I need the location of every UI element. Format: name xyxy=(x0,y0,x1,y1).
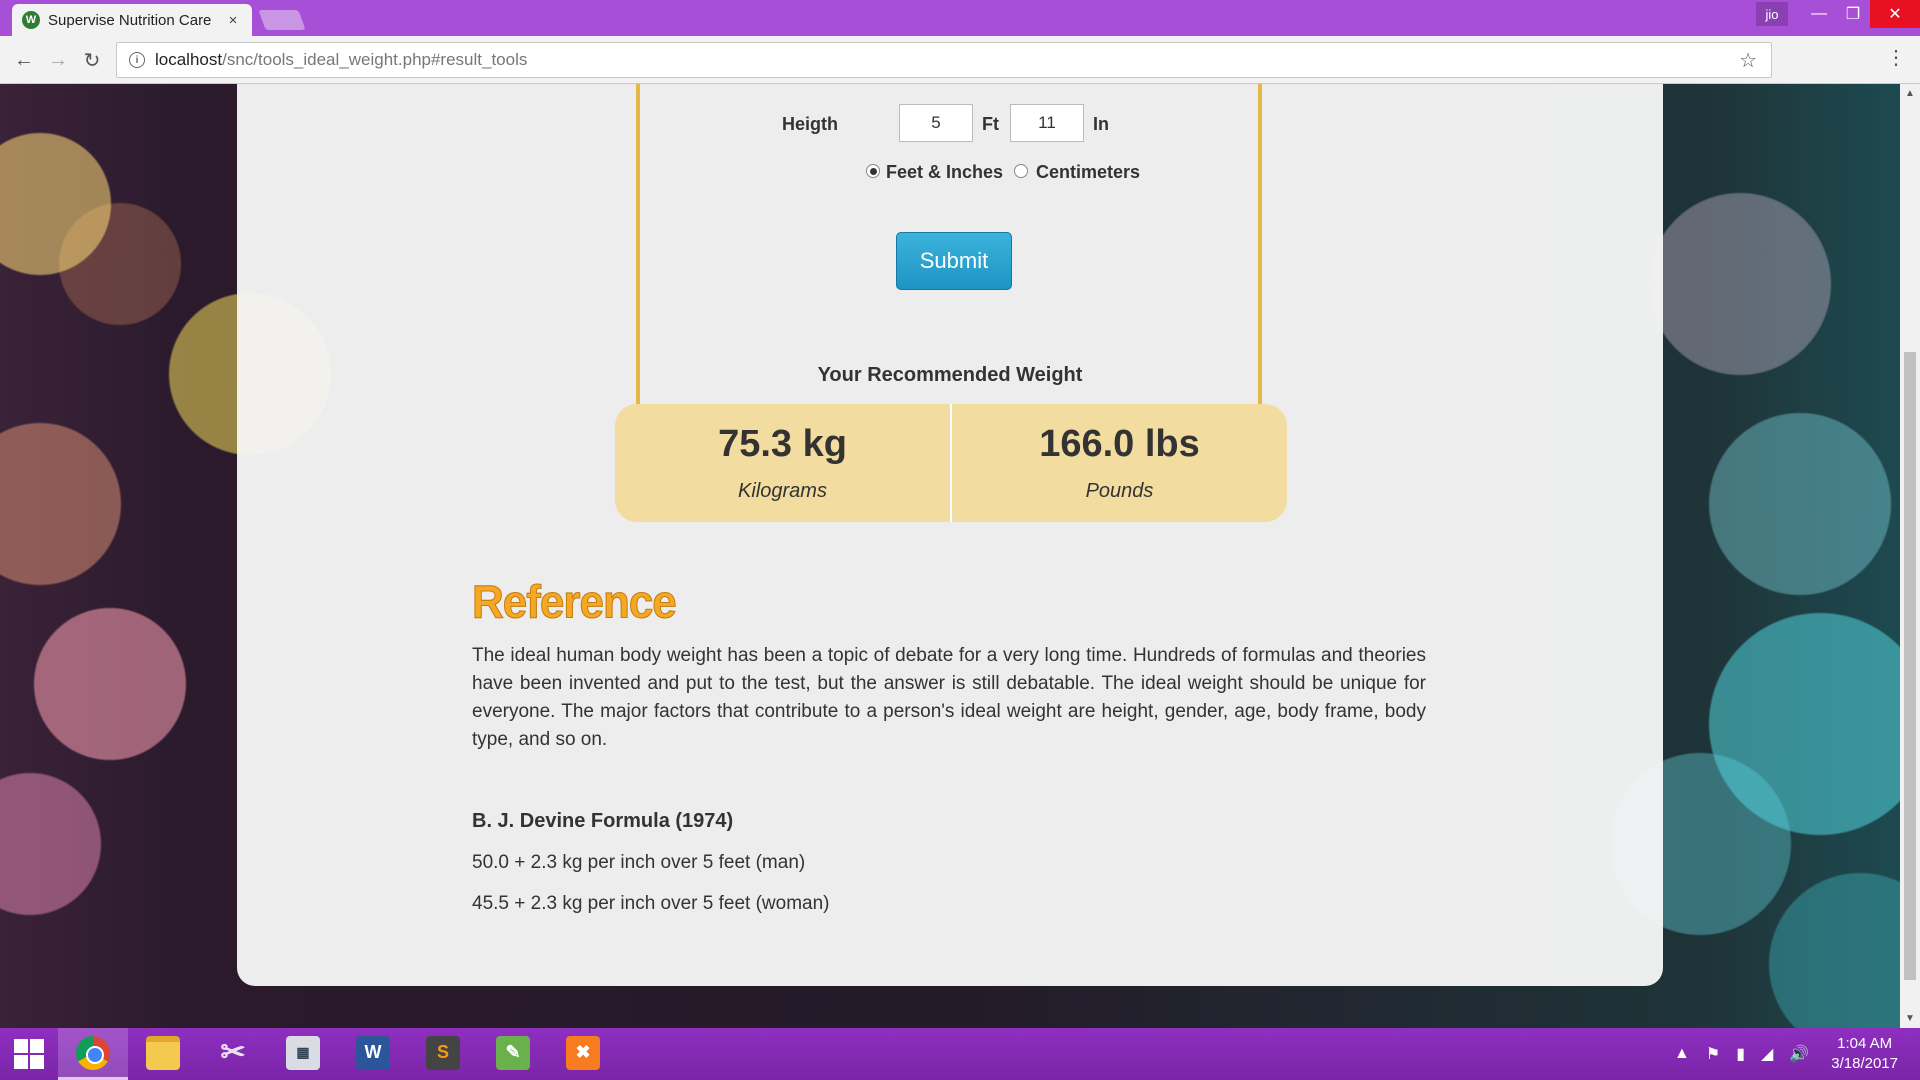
browser-titlebar: W Supervise Nutrition Care × jio — ❐ ✕ xyxy=(0,0,1920,36)
address-bar[interactable]: i localhost/snc/tools_ideal_weight.php#r… xyxy=(116,42,1772,78)
reload-icon[interactable]: ↻ xyxy=(78,46,106,74)
result-box: 75.3 kg Kilograms 166.0 lbs Pounds xyxy=(615,404,1287,522)
feet-unit-label: Ft xyxy=(982,114,999,134)
system-tray: ▲ ⚑ ▮ ◢ 🔊 1:04 AM 3/18/2017 xyxy=(1666,1028,1920,1080)
snipping-tool-icon: ✂ xyxy=(220,1036,246,1069)
minimize-icon[interactable]: — xyxy=(1802,0,1836,28)
tab-title: Supervise Nutrition Care xyxy=(48,11,212,29)
xampp-icon: ✖ xyxy=(566,1035,600,1070)
sublime-text-icon: S xyxy=(426,1035,460,1070)
content-panel: Heigth Ft In Feet & Inches Centimeters S… xyxy=(237,84,1663,986)
formula-title: B. J. Devine Formula (1974) xyxy=(472,810,734,832)
site-info-icon[interactable]: i xyxy=(129,52,145,68)
close-window-icon[interactable]: ✕ xyxy=(1870,0,1920,28)
radio-centimeters[interactable] xyxy=(1014,164,1028,178)
taskbar-word[interactable]: W xyxy=(338,1028,408,1080)
taskbar-file-explorer[interactable] xyxy=(128,1028,198,1080)
action-center-flag-icon[interactable]: ⚑ xyxy=(1706,1044,1720,1064)
formula-woman: 45.5 + 2.3 kg per inch over 5 feet (woma… xyxy=(472,893,830,914)
kg-label: Kilograms xyxy=(738,480,827,502)
reference-heading: Reference xyxy=(472,576,678,629)
taskbar-xampp[interactable]: ✖ xyxy=(548,1028,618,1080)
scroll-up-icon[interactable]: ▲ xyxy=(1905,88,1915,99)
back-arrow-icon[interactable]: ← xyxy=(10,46,38,74)
forward-arrow-icon[interactable]: → xyxy=(44,46,72,74)
clock-time: 1:04 AM xyxy=(1837,1035,1893,1052)
calculator-icon: ▦ xyxy=(286,1035,320,1070)
page-viewport: Heigth Ft In Feet & Inches Centimeters S… xyxy=(0,84,1900,1028)
site-favicon-icon: W xyxy=(22,11,40,29)
profile-badge[interactable]: jio xyxy=(1756,2,1788,26)
radio-feet-inches-label[interactable]: Feet & Inches xyxy=(886,162,1003,183)
file-explorer-icon xyxy=(146,1035,180,1070)
browser-tab-active[interactable]: W Supervise Nutrition Care × xyxy=(12,4,252,36)
kg-value: 75.3 kg xyxy=(718,423,847,465)
url-path: /snc/tools_ideal_weight.php#result_tools xyxy=(222,50,528,69)
height-label: Heigth xyxy=(782,114,838,134)
reference-paragraph: The ideal human body weight has been a t… xyxy=(472,645,1426,750)
taskbar-calculator[interactable]: ▦ xyxy=(268,1028,338,1080)
result-kilograms: 75.3 kg Kilograms xyxy=(615,404,950,522)
browser-toolbar: ← → ↻ i localhost/snc/tools_ideal_weight… xyxy=(0,36,1920,84)
new-tab-button[interactable] xyxy=(258,10,306,30)
notepad-icon: ✎ xyxy=(496,1035,530,1070)
windows-logo-icon xyxy=(14,1039,44,1069)
radio-centimeters-label[interactable]: Centimeters xyxy=(1036,162,1140,183)
radio-feet-inches[interactable] xyxy=(866,164,880,178)
chrome-icon xyxy=(76,1035,110,1070)
clock-date: 3/18/2017 xyxy=(1831,1055,1898,1072)
scroll-thumb[interactable] xyxy=(1904,352,1916,980)
result-pounds: 166.0 lbs Pounds xyxy=(950,404,1287,522)
tab-close-icon[interactable]: × xyxy=(224,12,242,29)
taskbar-notepad[interactable]: ✎ xyxy=(478,1028,548,1080)
page-scrollbar[interactable]: ▲ ▼ xyxy=(1900,84,1920,1028)
url-host: localhost xyxy=(155,50,223,69)
browser-menu-icon[interactable]: ⋮ xyxy=(1886,48,1906,68)
result-title: Your Recommended Weight xyxy=(817,364,1083,386)
volume-icon[interactable]: 🔊 xyxy=(1789,1044,1809,1064)
submit-button[interactable]: Submit xyxy=(896,232,1012,290)
taskbar-snipping-tool[interactable]: ✂ xyxy=(198,1028,268,1080)
taskbar-clock[interactable]: 1:04 AM 3/18/2017 xyxy=(1831,1034,1898,1074)
lbs-label: Pounds xyxy=(1085,480,1154,502)
maximize-icon[interactable]: ❐ xyxy=(1836,0,1870,28)
lbs-value: 166.0 lbs xyxy=(1039,423,1200,465)
scroll-down-icon[interactable]: ▼ xyxy=(1905,1013,1915,1024)
window-controls: jio — ❐ ✕ xyxy=(1756,0,1920,28)
word-icon: W xyxy=(356,1035,390,1070)
address-url[interactable]: localhost/snc/tools_ideal_weight.php#res… xyxy=(155,50,1739,70)
start-button[interactable] xyxy=(0,1028,58,1080)
network-signal-icon[interactable]: ◢ xyxy=(1761,1044,1773,1064)
show-hidden-icons-icon[interactable]: ▲ xyxy=(1674,1045,1690,1063)
taskbar-chrome[interactable] xyxy=(58,1028,128,1080)
formula-man: 50.0 + 2.3 kg per inch over 5 feet (man) xyxy=(472,852,806,873)
battery-icon[interactable]: ▮ xyxy=(1736,1044,1745,1064)
inches-unit-label: In xyxy=(1093,114,1109,134)
windows-taskbar: ✂ ▦ W S ✎ ✖ ▲ ⚑ ▮ ◢ 🔊 1:04 AM 3/18/2017 xyxy=(0,1028,1920,1080)
bookmark-star-icon[interactable]: ☆ xyxy=(1739,48,1757,73)
inches-input[interactable] xyxy=(1010,104,1084,142)
feet-input[interactable] xyxy=(899,104,973,142)
taskbar-sublime[interactable]: S xyxy=(408,1028,478,1080)
